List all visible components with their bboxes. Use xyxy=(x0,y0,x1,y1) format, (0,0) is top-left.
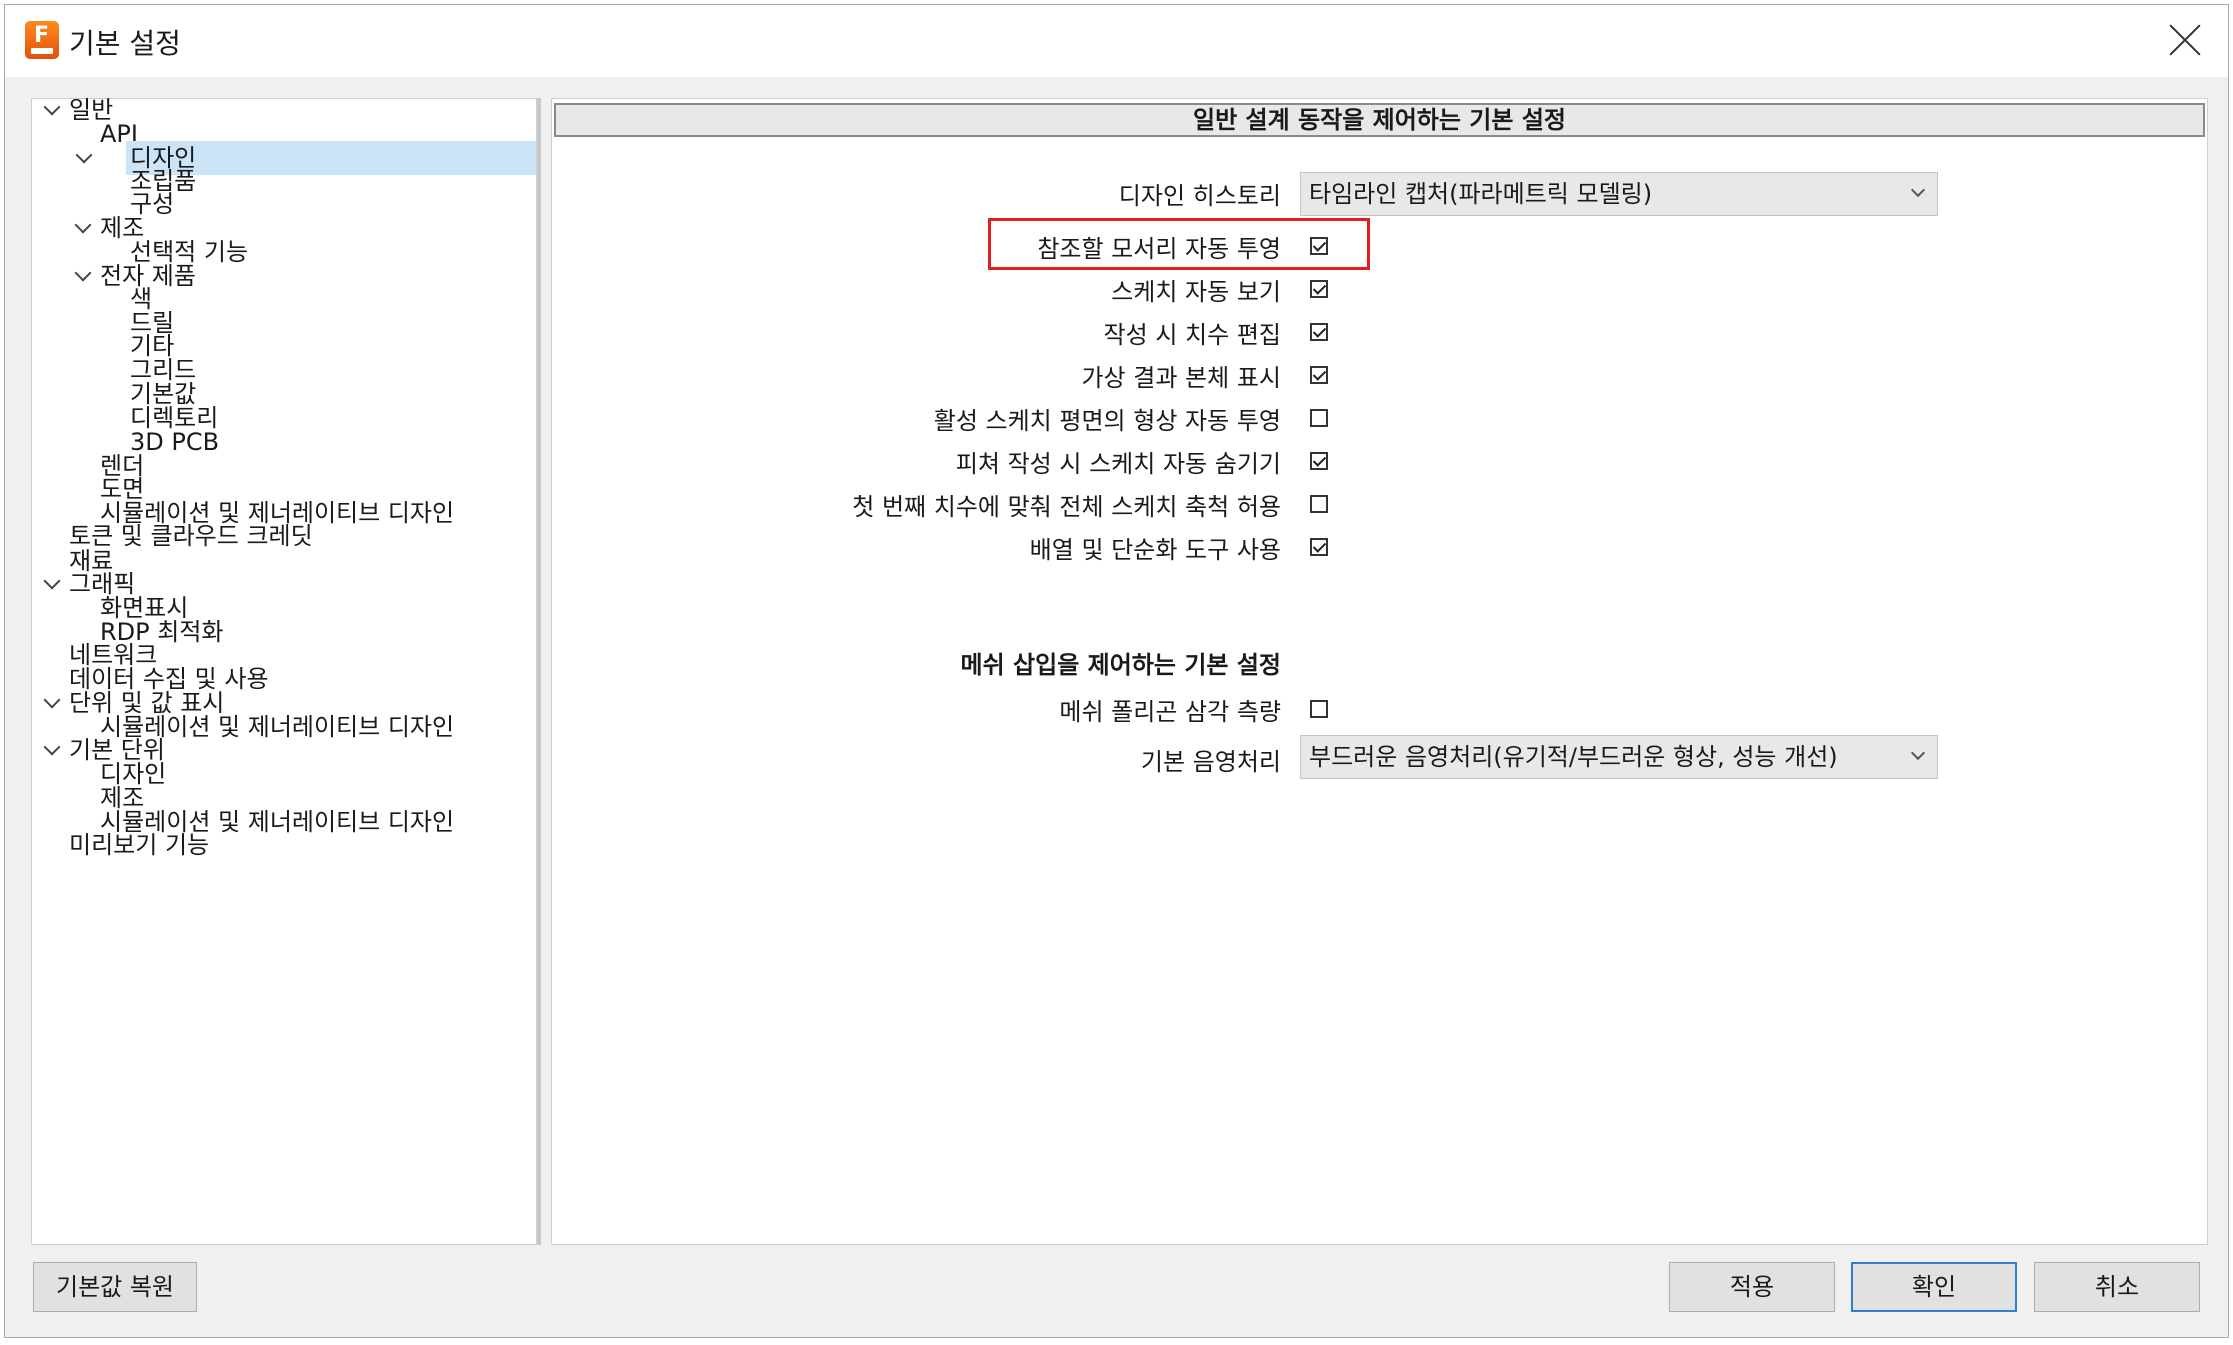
preferences-tree: 일반 API 디자인 조립품 구성 제조 선택적 기능 전자 제품 색 드릴 기… xyxy=(31,96,537,1245)
design-history-value: 타임라인 캡처(파라메트릭 모델링) xyxy=(1309,180,1653,208)
chevron-down-icon[interactable] xyxy=(74,264,92,282)
tree-splitter[interactable] xyxy=(537,98,541,1245)
option-checkbox-pattern-simplify-tools[interactable] xyxy=(1310,538,1328,556)
option-checkbox-auto-project-geometry[interactable] xyxy=(1310,409,1328,427)
title-bar: F 기본 설정 xyxy=(5,5,2228,77)
shading-value: 부드러운 음영처리(유기적/부드러운 형상, 성능 개선) xyxy=(1309,743,1838,771)
option-checkbox-edit-dimension-on-create[interactable] xyxy=(1310,323,1328,341)
shading-select[interactable]: 부드러운 음영처리(유기적/부드러운 형상, 성능 개선) xyxy=(1300,735,1938,779)
chevron-down-icon xyxy=(1910,182,1926,198)
option-label: 가상 결과 본체 표시 xyxy=(1081,364,1281,392)
chevron-down-icon xyxy=(1910,745,1926,761)
cancel-button[interactable]: 취소 xyxy=(2034,1262,2200,1312)
apply-button[interactable]: 적용 xyxy=(1669,1262,1835,1312)
tree-item-label: 미리보기 기능 xyxy=(69,831,210,859)
design-history-label: 디자인 히스토리 xyxy=(1118,182,1281,210)
option-checkbox-show-phantom-bodies[interactable] xyxy=(1310,366,1328,384)
option-label: 활성 스케치 평면의 형상 자동 투영 xyxy=(933,407,1281,435)
option-label: 피쳐 작성 시 스케치 자동 숨기기 xyxy=(955,450,1281,478)
option-checkbox-scale-sketch[interactable] xyxy=(1310,495,1328,513)
option-label: 배열 및 단순화 도구 사용 xyxy=(1029,536,1281,564)
close-icon[interactable] xyxy=(2166,21,2204,59)
option-checkbox-auto-hide-sketch[interactable] xyxy=(1310,452,1328,470)
option-label: 스케치 자동 보기 xyxy=(1111,278,1281,306)
option-checkbox-auto-look-at-sketch[interactable] xyxy=(1310,280,1328,298)
panel-header: 일반 설계 동작을 제어하는 기본 설정 xyxy=(554,103,2205,137)
design-history-select[interactable]: 타임라인 캡처(파라메트릭 모델링) xyxy=(1300,172,1938,216)
shading-label: 기본 음영처리 xyxy=(1140,748,1281,776)
settings-panel: 일반 설계 동작을 제어하는 기본 설정 디자인 히스토리 타임라인 캡처(파라… xyxy=(551,98,2208,1245)
restore-defaults-button[interactable]: 기본값 복원 xyxy=(33,1262,197,1312)
app-logo-icon: F xyxy=(25,21,59,59)
highlight-box xyxy=(988,218,1370,270)
ok-button[interactable]: 확인 xyxy=(1851,1262,2017,1312)
option-label: 작성 시 치수 편집 xyxy=(1103,321,1281,349)
mesh-section-title: 메쉬 삽입을 제어하는 기본 설정 xyxy=(960,651,1281,679)
option-label: 첫 번째 치수에 맞춰 전체 스케치 축척 허용 xyxy=(852,493,1281,521)
chevron-down-icon[interactable] xyxy=(43,738,61,756)
chevron-down-icon[interactable] xyxy=(74,216,92,234)
mesh-triangulate-checkbox[interactable] xyxy=(1310,700,1328,718)
chevron-down-icon[interactable] xyxy=(43,691,61,709)
mesh-option-label: 메쉬 폴리곤 삼각 측량 xyxy=(1059,698,1281,726)
preferences-dialog: F 기본 설정 일반 API 디자인 조립품 구성 제조 선택적 기능 전자 제… xyxy=(4,4,2229,1338)
chevron-down-icon[interactable] xyxy=(43,98,61,116)
tree-item-preview-features[interactable]: 미리보기 기능 xyxy=(32,828,382,862)
chevron-down-icon[interactable] xyxy=(43,572,61,590)
window-title: 기본 설정 xyxy=(69,27,181,60)
